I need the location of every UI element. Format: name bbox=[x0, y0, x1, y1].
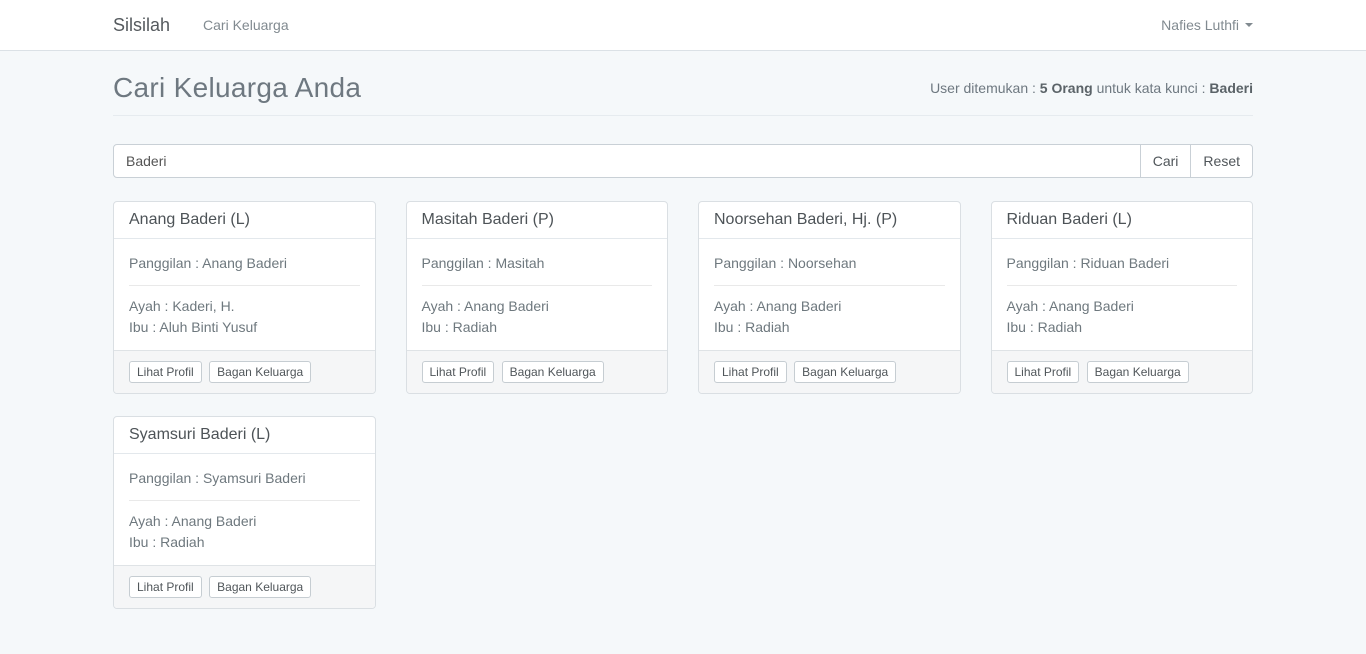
divider bbox=[129, 285, 360, 286]
result-summary-prefix: User ditemukan : bbox=[930, 80, 1040, 96]
bagan-keluarga-button[interactable]: Bagan Keluarga bbox=[1087, 361, 1189, 383]
person-mother: Ibu : Radiah bbox=[714, 317, 945, 338]
person-nickname: Panggilan : Anang Baderi bbox=[129, 253, 360, 274]
person-mother: Ibu : Radiah bbox=[422, 317, 653, 338]
search-bar: Cari Reset bbox=[113, 144, 1253, 178]
person-card: Noorsehan Baderi, Hj. (P) Panggilan : No… bbox=[698, 201, 961, 394]
nav-item-cari-keluarga[interactable]: Cari Keluarga bbox=[203, 17, 289, 33]
lihat-profil-button[interactable]: Lihat Profil bbox=[422, 361, 495, 383]
person-father: Ayah : Anang Baderi bbox=[422, 296, 653, 317]
results-grid: Anang Baderi (L) Panggilan : Anang Bader… bbox=[113, 201, 1253, 609]
cari-button[interactable]: Cari bbox=[1140, 144, 1192, 178]
bagan-keluarga-button[interactable]: Bagan Keluarga bbox=[209, 361, 311, 383]
person-card-title: Masitah Baderi (P) bbox=[407, 202, 668, 239]
person-card-footer: Lihat Profil Bagan Keluarga bbox=[699, 350, 960, 393]
bagan-keluarga-button[interactable]: Bagan Keluarga bbox=[794, 361, 896, 383]
person-card: Riduan Baderi (L) Panggilan : Riduan Bad… bbox=[991, 201, 1254, 394]
person-card-body: Panggilan : Masitah Ayah : Anang Baderi … bbox=[407, 239, 668, 350]
divider bbox=[1007, 285, 1238, 286]
bagan-keluarga-button[interactable]: Bagan Keluarga bbox=[209, 576, 311, 598]
caret-down-icon bbox=[1245, 23, 1253, 27]
divider bbox=[422, 285, 653, 286]
user-menu-label: Nafies Luthfi bbox=[1161, 17, 1239, 33]
page-header: Cari Keluarga Anda User ditemukan : 5 Or… bbox=[113, 72, 1253, 116]
person-card-body: Panggilan : Syamsuri Baderi Ayah : Anang… bbox=[114, 454, 375, 565]
person-card-footer: Lihat Profil Bagan Keluarga bbox=[992, 350, 1253, 393]
person-card: Masitah Baderi (P) Panggilan : Masitah A… bbox=[406, 201, 669, 394]
person-card-body: Panggilan : Anang Baderi Ayah : Kaderi, … bbox=[114, 239, 375, 350]
person-card-title: Syamsuri Baderi (L) bbox=[114, 417, 375, 454]
person-card-title: Anang Baderi (L) bbox=[114, 202, 375, 239]
result-summary-middle: untuk kata kunci : bbox=[1093, 80, 1210, 96]
person-father: Ayah : Anang Baderi bbox=[1007, 296, 1238, 317]
lihat-profil-button[interactable]: Lihat Profil bbox=[1007, 361, 1080, 383]
result-keyword: Baderi bbox=[1209, 80, 1253, 96]
lihat-profil-button[interactable]: Lihat Profil bbox=[129, 361, 202, 383]
person-mother: Ibu : Radiah bbox=[129, 532, 360, 553]
person-card-footer: Lihat Profil Bagan Keluarga bbox=[407, 350, 668, 393]
person-card-title: Noorsehan Baderi, Hj. (P) bbox=[699, 202, 960, 239]
person-mother: Ibu : Aluh Binti Yusuf bbox=[129, 317, 360, 338]
reset-button[interactable]: Reset bbox=[1190, 144, 1253, 178]
person-card: Syamsuri Baderi (L) Panggilan : Syamsuri… bbox=[113, 416, 376, 609]
main-content: Cari Keluarga Anda User ditemukan : 5 Or… bbox=[98, 72, 1268, 609]
person-card-body: Panggilan : Noorsehan Ayah : Anang Bader… bbox=[699, 239, 960, 350]
person-father: Ayah : Kaderi, H. bbox=[129, 296, 360, 317]
brand-link[interactable]: Silsilah bbox=[113, 15, 170, 36]
person-mother: Ibu : Radiah bbox=[1007, 317, 1238, 338]
person-nickname: Panggilan : Riduan Baderi bbox=[1007, 253, 1238, 274]
divider bbox=[129, 500, 360, 501]
result-summary: User ditemukan : 5 Orang untuk kata kunc… bbox=[930, 80, 1253, 96]
person-father: Ayah : Anang Baderi bbox=[714, 296, 945, 317]
person-nickname: Panggilan : Noorsehan bbox=[714, 253, 945, 274]
lihat-profil-button[interactable]: Lihat Profil bbox=[129, 576, 202, 598]
person-nickname: Panggilan : Masitah bbox=[422, 253, 653, 274]
person-card-title: Riduan Baderi (L) bbox=[992, 202, 1253, 239]
result-count: 5 Orang bbox=[1040, 80, 1093, 96]
person-card-footer: Lihat Profil Bagan Keluarga bbox=[114, 565, 375, 608]
navbar: Silsilah Cari Keluarga Nafies Luthfi bbox=[0, 0, 1366, 51]
bagan-keluarga-button[interactable]: Bagan Keluarga bbox=[502, 361, 604, 383]
page-title: Cari Keluarga Anda bbox=[113, 72, 361, 104]
search-input[interactable] bbox=[113, 144, 1141, 178]
divider bbox=[714, 285, 945, 286]
lihat-profil-button[interactable]: Lihat Profil bbox=[714, 361, 787, 383]
person-father: Ayah : Anang Baderi bbox=[129, 511, 360, 532]
person-nickname: Panggilan : Syamsuri Baderi bbox=[129, 468, 360, 489]
person-card-footer: Lihat Profil Bagan Keluarga bbox=[114, 350, 375, 393]
person-card: Anang Baderi (L) Panggilan : Anang Bader… bbox=[113, 201, 376, 394]
person-card-body: Panggilan : Riduan Baderi Ayah : Anang B… bbox=[992, 239, 1253, 350]
user-menu-dropdown[interactable]: Nafies Luthfi bbox=[1161, 17, 1253, 33]
